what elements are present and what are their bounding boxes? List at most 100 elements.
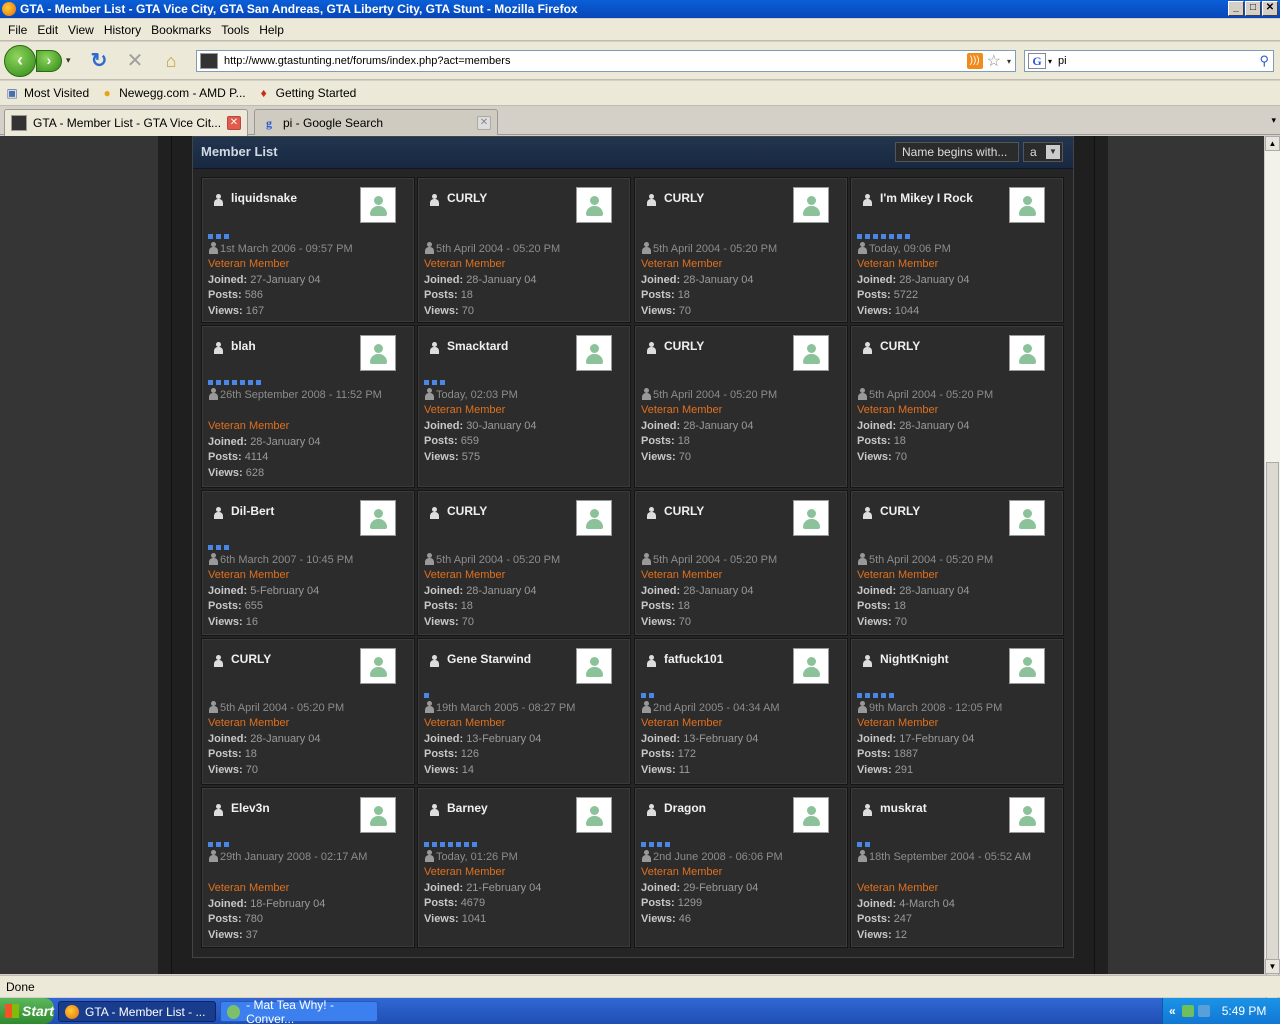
maximize-button[interactable]: □ <box>1245 1 1261 16</box>
member-avatar[interactable] <box>793 500 829 536</box>
member-avatar[interactable] <box>360 797 396 833</box>
stop-button[interactable]: ✕ <box>124 50 146 72</box>
menu-bookmarks[interactable]: Bookmarks <box>151 23 211 37</box>
letter-select[interactable]: a ▼ <box>1023 142 1063 162</box>
tray-expand-icon[interactable]: « <box>1169 1004 1176 1018</box>
member-profile-icon[interactable] <box>430 804 439 816</box>
member-profile-icon[interactable] <box>863 507 872 519</box>
member-profile-icon[interactable] <box>214 507 223 519</box>
member-profile-icon[interactable] <box>214 655 223 667</box>
member-name-link[interactable]: CURLY <box>664 504 704 518</box>
member-name-link[interactable]: CURLY <box>880 339 920 353</box>
url-text[interactable]: http://www.gtastunting.net/forums/index.… <box>224 55 967 67</box>
member-avatar[interactable] <box>1009 797 1045 833</box>
menu-view[interactable]: View <box>68 23 94 37</box>
reload-button[interactable]: ↻ <box>88 50 110 72</box>
search-input[interactable]: pi <box>1058 55 1259 67</box>
dropdown-arrow-icon[interactable]: ▼ <box>1046 145 1060 159</box>
tab-close-icon[interactable]: ✕ <box>227 116 241 130</box>
member-avatar[interactable] <box>1009 335 1045 371</box>
google-engine-icon[interactable]: G <box>1028 53 1046 69</box>
member-avatar[interactable] <box>360 187 396 223</box>
member-profile-icon[interactable] <box>863 342 872 354</box>
member-profile-icon[interactable] <box>863 655 872 667</box>
member-name-link[interactable]: muskrat <box>880 801 927 815</box>
member-name-link[interactable]: NightKnight <box>880 652 949 666</box>
scroll-thumb[interactable] <box>1266 462 1279 1022</box>
member-avatar[interactable] <box>576 335 612 371</box>
tab-close-icon[interactable]: ✕ <box>477 115 491 130</box>
member-name-link[interactable]: Barney <box>447 801 488 815</box>
member-name-link[interactable]: CURLY <box>664 339 704 353</box>
menu-edit[interactable]: Edit <box>37 23 58 37</box>
bookmark-most-visited[interactable]: ▣ Most Visited <box>4 85 89 101</box>
taskbar-item-firefox[interactable]: GTA - Member List - ... <box>58 1001 216 1022</box>
bookmark-newegg[interactable]: ● Newegg.com - AMD P... <box>99 85 246 101</box>
member-name-link[interactable]: CURLY <box>231 652 271 666</box>
member-avatar[interactable] <box>360 648 396 684</box>
forward-button[interactable]: › <box>36 50 62 72</box>
member-profile-icon[interactable] <box>214 804 223 816</box>
member-avatar[interactable] <box>1009 500 1045 536</box>
member-profile-icon[interactable] <box>863 194 872 206</box>
menu-tools[interactable]: Tools <box>221 23 249 37</box>
member-name-link[interactable]: Gene Starwind <box>447 652 531 666</box>
member-profile-icon[interactable] <box>214 342 223 354</box>
member-profile-icon[interactable] <box>647 655 656 667</box>
member-profile-icon[interactable] <box>430 655 439 667</box>
member-name-link[interactable]: CURLY <box>447 504 487 518</box>
menu-history[interactable]: History <box>104 23 141 37</box>
member-name-link[interactable]: Dil-Bert <box>231 504 274 518</box>
member-profile-icon[interactable] <box>647 342 656 354</box>
member-profile-icon[interactable] <box>430 507 439 519</box>
member-profile-icon[interactable] <box>430 194 439 206</box>
minimize-button[interactable]: _ <box>1228 1 1244 16</box>
scroll-up-button[interactable]: ▲ <box>1265 136 1280 151</box>
member-avatar[interactable] <box>576 187 612 223</box>
search-bar[interactable]: G ▾ pi ⚲ <box>1024 50 1274 72</box>
member-avatar[interactable] <box>793 648 829 684</box>
search-icon[interactable]: ⚲ <box>1259 53 1269 69</box>
back-button[interactable]: ‹ <box>4 45 36 77</box>
tab-list-dropdown-icon[interactable]: ▾ <box>1271 115 1276 126</box>
close-button[interactable]: ✕ <box>1262 1 1278 16</box>
member-name-link[interactable]: liquidsnake <box>231 191 297 205</box>
member-profile-icon[interactable] <box>214 194 223 206</box>
url-bar[interactable]: http://www.gtastunting.net/forums/index.… <box>196 50 1016 72</box>
member-avatar[interactable] <box>793 797 829 833</box>
member-name-link[interactable]: CURLY <box>664 191 704 205</box>
member-avatar[interactable] <box>793 335 829 371</box>
member-profile-icon[interactable] <box>647 507 656 519</box>
history-dropdown-icon[interactable]: ▾ <box>66 55 71 66</box>
messenger-tray-icon[interactable] <box>1181 1005 1194 1017</box>
member-name-link[interactable]: Elev3n <box>231 801 270 815</box>
member-avatar[interactable] <box>576 648 612 684</box>
home-button[interactable]: ⌂ <box>160 50 182 72</box>
member-avatar[interactable] <box>1009 648 1045 684</box>
member-avatar[interactable] <box>793 187 829 223</box>
window-titlebar[interactable]: GTA - Member List - GTA Vice City, GTA S… <box>0 0 1280 18</box>
url-dropdown-icon[interactable]: ▾ <box>1007 57 1011 66</box>
member-name-link[interactable]: fatfuck101 <box>664 652 723 666</box>
network-tray-icon[interactable] <box>1197 1005 1210 1017</box>
rss-feed-icon[interactable]: ))) <box>966 53 983 69</box>
member-profile-icon[interactable] <box>430 342 439 354</box>
taskbar-item-conversation[interactable]: - Mat Tea Why! - Conver... <box>220 998 378 1024</box>
member-name-link[interactable]: Smacktard <box>447 339 508 353</box>
name-filter-select[interactable]: Name begins with... <box>895 142 1019 162</box>
bookmark-getting-started[interactable]: ♦ Getting Started <box>256 85 357 101</box>
menu-file[interactable]: File <box>8 23 27 37</box>
member-name-link[interactable]: CURLY <box>447 191 487 205</box>
vertical-scrollbar[interactable]: ▲ ▼ <box>1264 136 1280 1022</box>
member-name-link[interactable]: CURLY <box>880 504 920 518</box>
start-button[interactable]: Start <box>0 998 54 1024</box>
member-avatar[interactable] <box>576 500 612 536</box>
search-engine-dropdown-icon[interactable]: ▾ <box>1048 57 1052 66</box>
member-avatar[interactable] <box>360 335 396 371</box>
member-name-link[interactable]: Dragon <box>664 801 706 815</box>
member-avatar[interactable] <box>360 500 396 536</box>
member-profile-icon[interactable] <box>647 804 656 816</box>
menu-help[interactable]: Help <box>259 23 284 37</box>
member-avatar[interactable] <box>1009 187 1045 223</box>
member-profile-icon[interactable] <box>863 804 872 816</box>
